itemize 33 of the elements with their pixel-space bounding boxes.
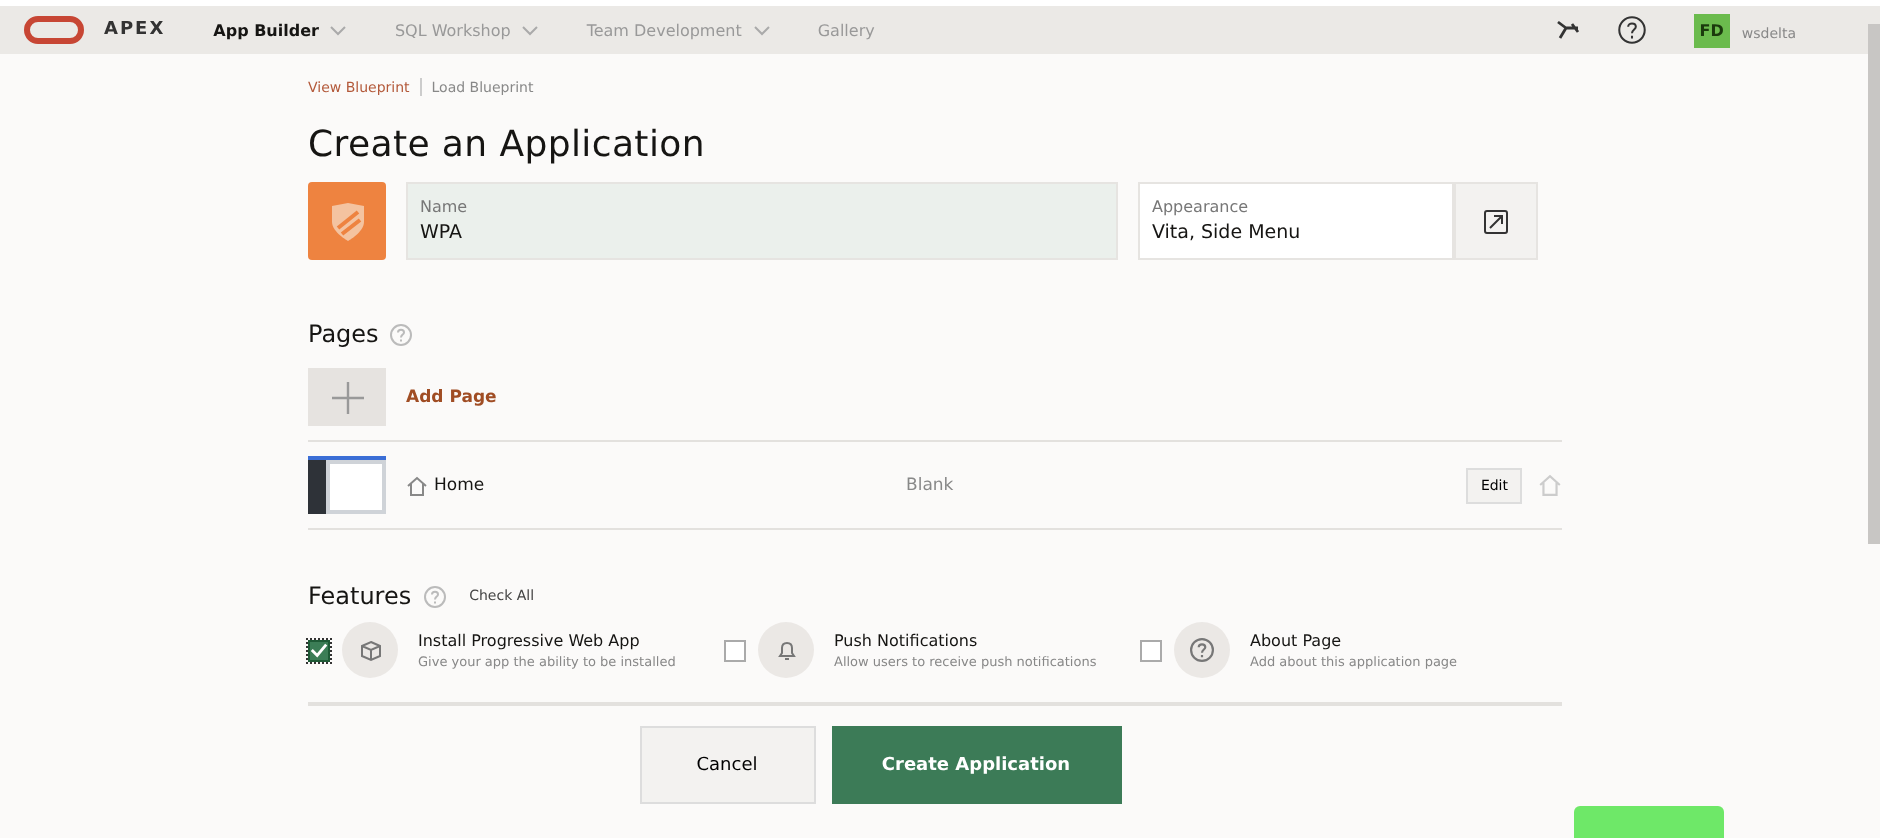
create-application-button[interactable]: Create Application <box>831 726 1121 804</box>
checkbox[interactable] <box>1140 639 1162 661</box>
appearance-field[interactable]: Appearance Vita, Side Menu <box>1138 182 1454 260</box>
add-page-button[interactable] <box>308 368 386 426</box>
user-avatar[interactable]: FD <box>1693 13 1730 47</box>
add-page-link[interactable]: Add Page <box>406 387 497 407</box>
brand-name: APEX <box>104 20 166 40</box>
page-thumbnail <box>308 456 386 514</box>
logo-icon <box>24 16 84 44</box>
feature-title: About Page <box>1250 631 1344 649</box>
external-arrow-icon <box>1484 209 1508 233</box>
page-name[interactable]: Home <box>406 475 886 495</box>
scrollbar[interactable] <box>1868 24 1880 544</box>
nav-menu-item[interactable]: App Builder <box>213 21 347 39</box>
bell-icon <box>775 639 797 661</box>
section-heading: Features <box>308 582 412 610</box>
name-field[interactable]: Name WPA <box>406 182 1118 260</box>
checkbox[interactable] <box>308 639 330 661</box>
feature-title: Push Notifications <box>834 631 980 649</box>
feature-title: Install Progressive Web App <box>418 631 642 649</box>
open-dialog-button[interactable] <box>1454 182 1538 260</box>
plus-icon <box>331 381 363 413</box>
app-icon[interactable] <box>308 182 386 260</box>
checkbox[interactable] <box>724 639 746 661</box>
home-icon[interactable] <box>1538 474 1562 496</box>
page-type: Blank <box>906 475 956 495</box>
question-icon <box>1190 638 1214 662</box>
help-icon[interactable] <box>1617 16 1646 44</box>
cancel-button[interactable]: Cancel <box>639 726 815 804</box>
shield-icon <box>329 201 365 241</box>
section-heading: Pages <box>308 320 379 348</box>
page-title: Create an Application <box>308 124 707 166</box>
cube-icon <box>359 639 381 661</box>
